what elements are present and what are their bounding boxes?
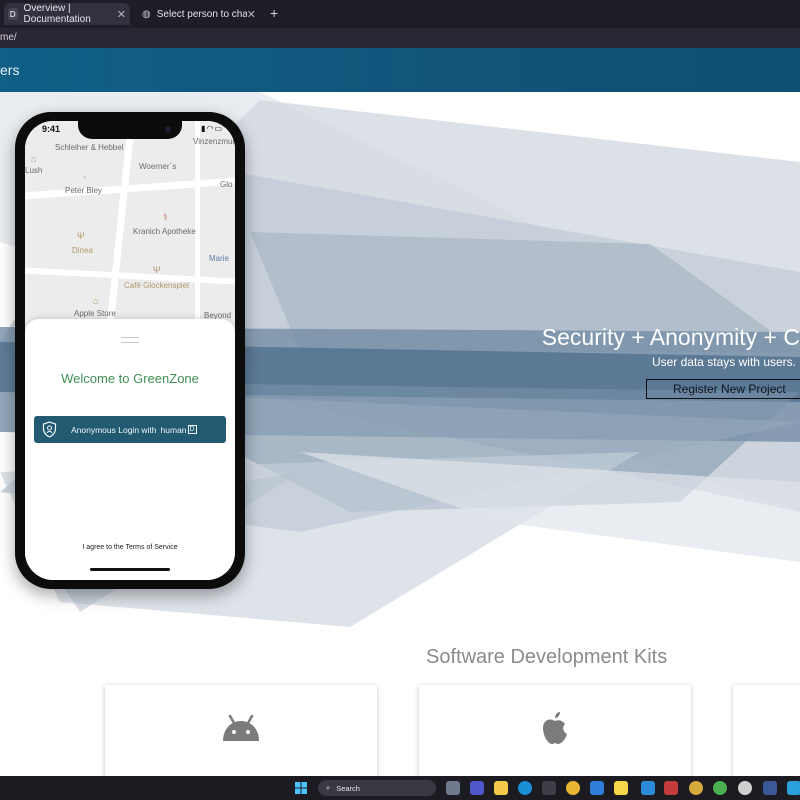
- phone-mockup: Schleiher & Hebbel Woerner´s ⌂ Lush Vinz…: [15, 112, 245, 589]
- phone-screen: Schleiher & Hebbel Woerner´s ⌂ Lush Vinz…: [25, 121, 235, 580]
- apple-icon: [543, 712, 567, 744]
- map-label: Glo: [220, 180, 233, 189]
- map-label: Marie: [209, 254, 230, 263]
- sticky-notes-icon[interactable]: [614, 781, 628, 795]
- chrome-profile-icon[interactable]: [689, 781, 703, 795]
- map-label: Peter Bley: [65, 186, 102, 195]
- map-view[interactable]: Schleiher & Hebbel Woerner´s ⌂ Lush Vinz…: [25, 121, 235, 331]
- register-new-project-button[interactable]: Register New Project: [646, 379, 800, 399]
- status-time: 9:41: [42, 124, 61, 134]
- login-sheet: Welcome to GreenZone Anonymous Login wit…: [25, 319, 235, 580]
- search-icon: ⌕: [326, 783, 331, 792]
- task-view-icon[interactable]: [446, 781, 460, 795]
- ring-icon: ◦: [83, 172, 87, 182]
- map-label: Vinzenzmurr: [193, 137, 235, 146]
- shield-icon: [42, 421, 57, 438]
- site-header: ers: [0, 48, 800, 92]
- teams-icon[interactable]: [470, 781, 484, 795]
- shopping-bag-icon: ⌂: [31, 154, 37, 164]
- anonymous-login-button[interactable]: Anonymous Login with human D: [34, 416, 226, 443]
- tab-label: Select person to change | Djang: [156, 8, 247, 20]
- map-label: Café Glockenspiel: [124, 281, 189, 290]
- tab-select-person[interactable]: ◍ Select person to change | Djang ✕: [138, 3, 260, 25]
- documentation-favicon-icon: D: [8, 8, 18, 20]
- shopping-bag-icon: ⌂: [93, 296, 99, 306]
- map-label: Kranich Apotheke: [133, 227, 196, 236]
- vscode-icon[interactable]: [641, 781, 655, 795]
- pharmacy-icon: ⚕: [163, 212, 168, 222]
- app-icon[interactable]: [664, 781, 678, 795]
- restaurant-icon: Ψ: [153, 265, 161, 275]
- tab-label: Overview | Documentation: [23, 3, 91, 25]
- hero-subtitle: User data stays with users.: [651, 355, 796, 369]
- android-sdk-card[interactable]: [105, 685, 377, 785]
- sdk-section-title: Software Development Kits: [426, 646, 668, 668]
- edge-icon[interactable]: [518, 781, 532, 795]
- anonymous-login-label: Anonymous Login with: [71, 424, 157, 435]
- terms-of-service-link[interactable]: I agree to the Terms of Service: [25, 544, 235, 551]
- battery-icon: ▭: [214, 124, 223, 133]
- todo-icon[interactable]: [590, 781, 604, 795]
- humanid-brand-box: D: [187, 425, 197, 434]
- header-title: ers: [0, 62, 20, 78]
- map-label: Apple Store: [74, 309, 116, 318]
- app-icon[interactable]: [787, 781, 800, 795]
- close-tab-icon[interactable]: ✕: [117, 8, 126, 21]
- third-sdk-card[interactable]: [733, 685, 800, 785]
- address-bar[interactable]: me/: [0, 28, 800, 48]
- status-icons: ▮◠▭: [201, 124, 223, 133]
- app-icon[interactable]: [738, 781, 752, 795]
- home-indicator: [90, 568, 170, 571]
- tab-overview-documentation[interactable]: D Overview | Documentation ✕: [4, 3, 130, 25]
- search-label: Search: [336, 783, 360, 793]
- app-icon[interactable]: [763, 781, 777, 795]
- sheet-grabber[interactable]: [121, 337, 139, 343]
- apple-sdk-card[interactable]: [419, 685, 691, 785]
- taskbar-search[interactable]: ⌕ Search: [318, 780, 436, 796]
- browser-tab-bar: D Overview | Documentation ✕ ◍ Select pe…: [0, 0, 800, 28]
- address-text: me/: [0, 32, 17, 43]
- chrome-icon[interactable]: [566, 781, 580, 795]
- chrome-profile-icon[interactable]: [713, 781, 727, 795]
- globe-icon: ◍: [142, 8, 151, 20]
- close-tab-icon[interactable]: ✕: [247, 8, 256, 21]
- hero-title: Security + Anonymity + C: [541, 324, 800, 350]
- restaurant-icon: Ψ: [77, 231, 85, 241]
- camera-icon: [165, 126, 171, 132]
- humanid-brand: human: [160, 424, 187, 435]
- store-icon[interactable]: [542, 781, 556, 795]
- map-label: Lush: [25, 166, 43, 175]
- map-label: Woerner´s: [139, 162, 177, 171]
- android-icon: [223, 714, 259, 741]
- map-label: Schleiher & Hebbel: [55, 143, 124, 152]
- new-tab-button[interactable]: +: [270, 5, 278, 21]
- map-label: Dinea: [72, 246, 93, 255]
- file-explorer-icon[interactable]: [494, 781, 508, 795]
- welcome-title: Welcome to GreenZone: [61, 371, 199, 386]
- os-taskbar: ⌕ Search: [0, 776, 800, 800]
- windows-start-icon[interactable]: [295, 782, 307, 794]
